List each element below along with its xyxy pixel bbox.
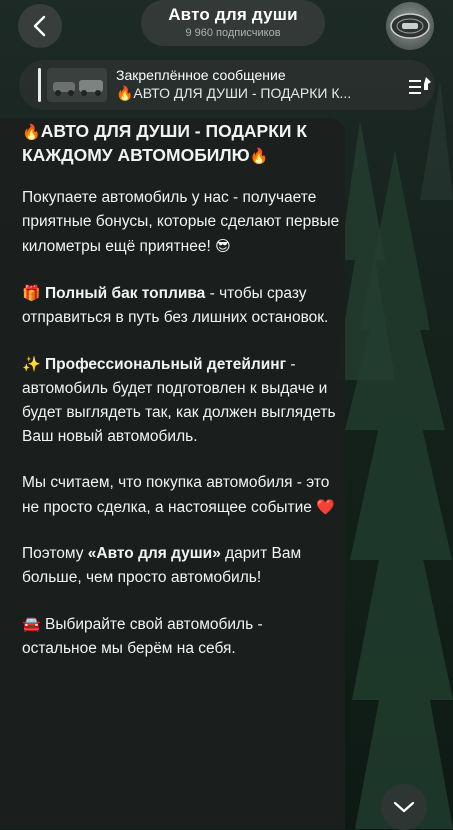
subscriber-count: 9 960 подписчиков [185,27,281,39]
pinned-list-icon[interactable] [407,75,433,97]
pinned-message-bar[interactable]: Закреплённое сообщение 🔥АВТО ДЛЯ ДУШИ - … [19,60,435,110]
event-paragraph: Мы считаем, что покупка автомобиля - это… [22,471,340,520]
chevron-left-icon [33,15,46,37]
scroll-down-button[interactable] [381,784,427,830]
pinned-text: 🔥АВТО ДЛЯ ДУШИ - ПОДАРКИ К... [116,85,352,101]
gift-prefix: Поэтому [22,545,88,562]
pinned-indicator [38,68,41,102]
message-body: 🔥АВТО ДЛЯ ДУШИ - ПОДАРКИ К КАЖДОМУ АВТОМ… [22,120,340,683]
car-icon: 🚘 [22,615,41,633]
sunglasses-icon: 😎 [215,237,231,255]
chat-header: Авто для души 9 960 подписчиков [0,0,453,56]
intro-paragraph: Покупаете автомобиль у нас - получаете п… [22,186,340,259]
pinned-title: Закреплённое сообщение [116,67,286,83]
channel-avatar[interactable] [386,2,434,50]
chevron-down-icon [393,801,415,813]
choose-paragraph: 🚘 Выбирайте свой автомобиль - остальное … [22,612,340,661]
fuel-bold: Полный бак топлива [45,285,206,302]
message-bubble[interactable]: 🔥АВТО ДЛЯ ДУШИ - ПОДАРКИ К КАЖДОМУ АВТОМ… [0,118,345,829]
back-button[interactable] [18,4,62,48]
car-emblem-icon [390,13,430,39]
fire-icon: 🔥 [22,123,41,141]
event-text: Мы считаем, что покупка автомобиля - это… [22,474,330,516]
heart-icon: ❤️ [316,498,335,516]
choose-text: Выбирайте свой автомобиль - остальное мы… [22,616,263,657]
sparkles-icon: ✨ [22,355,41,373]
gift-paragraph: Поэтому «Авто для души» дарит Вам больше… [22,542,340,590]
detailing-bold: Профессиональный детейлинг [45,356,287,373]
channel-title: Авто для души [168,5,298,24]
fire-icon: 🔥 [249,147,269,165]
intro-text: Покупаете автомобиль у нас - получаете п… [22,189,340,255]
fuel-paragraph: 🎁 Полный бак топлива - чтобы сразу отпра… [22,281,340,330]
detailing-paragraph: ✨ Профессиональный детейлинг - автомобил… [22,352,340,449]
channel-title-pill[interactable]: Авто для души 9 960 подписчиков [141,0,325,46]
gift-bold: «Авто для души» [87,545,221,562]
pinned-thumbnail [47,68,107,102]
message-headline: 🔥АВТО ДЛЯ ДУШИ - ПОДАРКИ К КАЖДОМУ АВТОМ… [22,120,340,168]
gift-icon: 🎁 [22,284,41,302]
